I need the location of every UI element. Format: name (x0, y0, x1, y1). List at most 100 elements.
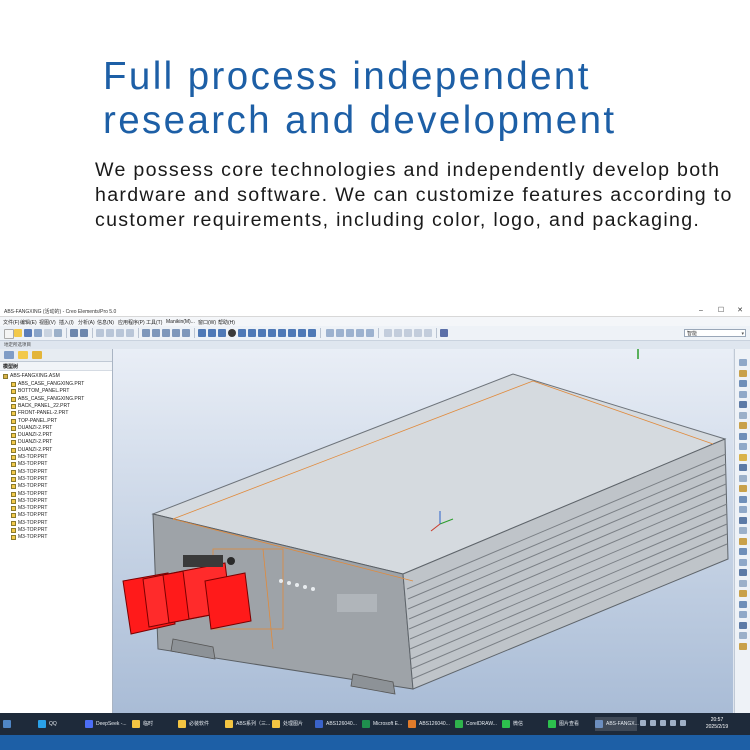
taskbar-app-button[interactable]: QQ (38, 717, 82, 731)
tray-wechat-icon[interactable] (670, 720, 676, 726)
taskbar-app-button[interactable]: 必装软件 (178, 717, 222, 731)
feature-tool-icon[interactable] (739, 422, 747, 429)
tray-input-icon[interactable] (660, 720, 666, 726)
feature-tool-icon[interactable] (739, 632, 747, 639)
tree-item[interactable]: ABS_CASE_FANGXING.PRT (0, 381, 110, 388)
menu-window[interactable]: 窗口(W) (198, 319, 216, 326)
tree-item[interactable]: DUANZI-2.PRT (0, 439, 110, 446)
feature-tool-icon[interactable] (739, 432, 747, 440)
feature-tool-icon[interactable] (739, 443, 747, 450)
taskbar-app-button[interactable]: Microsoft E... (362, 717, 406, 731)
model-tree-tab-icon[interactable] (4, 351, 14, 359)
taskbar-app-button[interactable]: 处理图片 (272, 717, 312, 731)
coordinate-system-icon[interactable] (414, 329, 422, 337)
feature-tool-icon[interactable] (739, 569, 747, 576)
new-file-icon[interactable] (4, 329, 14, 339)
email-icon[interactable] (44, 329, 52, 337)
feature-tool-icon[interactable] (739, 537, 747, 545)
hidden-line-icon[interactable] (336, 329, 344, 337)
paste-special-icon[interactable] (126, 329, 134, 337)
feature-tool-icon[interactable] (739, 506, 747, 513)
select-icon[interactable] (152, 329, 160, 337)
whats-this-icon[interactable] (440, 329, 448, 337)
tree-item[interactable]: M3-TOP.PRT (0, 491, 110, 498)
feature-tool-icon[interactable] (739, 474, 747, 482)
maximize-button[interactable]: ☐ (714, 307, 728, 315)
spin-icon[interactable] (268, 329, 276, 337)
refit-icon[interactable] (208, 329, 216, 337)
feature-tool-icon[interactable] (739, 600, 747, 608)
annotation-icon[interactable] (424, 329, 432, 337)
taskbar-app-button[interactable]: CorelDRAW... (455, 717, 499, 731)
taskbar-app-button[interactable]: 图片查看 (548, 717, 592, 731)
menu-edit[interactable]: 编辑(E) (20, 319, 37, 326)
favorites-tab-icon[interactable] (32, 351, 42, 359)
paste-icon[interactable] (116, 329, 124, 337)
copy-icon[interactable] (106, 329, 114, 337)
shaded-icon[interactable] (356, 329, 364, 337)
undo-icon[interactable] (70, 329, 78, 337)
menu-apps[interactable]: 应用程序(P) (118, 319, 145, 326)
tree-item[interactable]: M3-TOP.PRT (0, 520, 110, 527)
menu-file[interactable]: 文件(F) (3, 319, 19, 326)
wireframe-icon[interactable] (326, 329, 334, 337)
feature-tool-icon[interactable] (739, 485, 747, 492)
tree-item[interactable]: M3-TOP.PRT (0, 454, 110, 461)
taskbar-app-button[interactable]: ABS126040... (408, 717, 452, 731)
layer-icon[interactable] (182, 329, 190, 337)
menu-manikin[interactable]: Manikin(M)... (166, 319, 195, 325)
close-button[interactable]: ✕ (733, 307, 747, 315)
tree-item[interactable]: M3-TOP.PRT (0, 512, 110, 519)
print-icon[interactable] (34, 329, 42, 337)
feature-tool-icon[interactable] (739, 390, 747, 398)
tray-network-icon[interactable] (640, 720, 646, 726)
menu-help[interactable]: 帮助(H) (218, 319, 235, 326)
datum-planes-icon[interactable] (384, 329, 392, 337)
redo-icon[interactable] (80, 329, 88, 337)
view-manager-icon[interactable] (288, 329, 296, 337)
menu-tools[interactable]: 工具(T) (146, 319, 162, 326)
tree-item[interactable]: M3-TOP.PRT (0, 469, 110, 476)
feature-tool-icon[interactable] (739, 380, 747, 387)
zoom-out-icon[interactable] (248, 329, 256, 337)
tray-battery-icon[interactable] (680, 720, 686, 726)
feature-tool-icon[interactable] (739, 579, 747, 587)
datum-axes-icon[interactable] (394, 329, 402, 337)
taskbar-app-button[interactable]: DeepSeek -... (85, 717, 130, 731)
find-icon[interactable] (142, 329, 150, 337)
cut-icon[interactable] (96, 329, 104, 337)
feature-tool-icon[interactable] (739, 548, 747, 555)
menu-insert[interactable]: 插入(I) (59, 319, 74, 326)
feature-tool-icon[interactable] (739, 495, 747, 503)
menu-info[interactable]: 信息(N) (97, 319, 114, 326)
tree-item[interactable]: DUANZI-2.PRT (0, 447, 110, 454)
feature-tool-icon[interactable] (739, 621, 747, 629)
tree-item[interactable]: DUANZI-2.PRT (0, 425, 110, 432)
menu-view[interactable]: 视图(V) (39, 319, 56, 326)
feature-tool-icon[interactable] (739, 642, 747, 650)
tree-item[interactable]: M3-TOP.PRT (0, 476, 110, 483)
minimize-button[interactable]: – (694, 307, 708, 315)
filter-icon[interactable] (162, 329, 170, 337)
folder-browser-tab-icon[interactable] (18, 351, 28, 359)
orient-icon[interactable] (218, 329, 226, 337)
tree-item[interactable]: BOTTOM_PANEL.PRT (0, 388, 110, 395)
tree-root[interactable]: ABS-FANGXING.ASM (0, 373, 110, 380)
tree-item[interactable]: BACK_PANEL_22.PRT (0, 403, 110, 410)
regenerate-icon[interactable] (54, 329, 62, 337)
open-folder-icon[interactable] (14, 329, 22, 337)
feature-tool-icon[interactable] (739, 516, 747, 524)
save-icon[interactable] (24, 329, 32, 337)
zoom-in-icon[interactable] (238, 329, 246, 337)
section-icon[interactable] (308, 329, 316, 337)
tree-item[interactable]: ABS_CASE_FANGXING.PRT (0, 396, 110, 403)
enhanced-realism-icon[interactable] (366, 329, 374, 337)
3d-viewport[interactable] (113, 349, 733, 713)
start-button[interactable] (3, 717, 13, 731)
taskbar-app-button[interactable]: ABS系列（三... (225, 717, 270, 731)
tree-item[interactable]: M3-TOP.PRT (0, 505, 110, 512)
feature-tool-icon[interactable] (739, 369, 747, 377)
tree-item[interactable]: M3-TOP.PRT (0, 498, 110, 505)
tree-item[interactable]: M3-TOP.PRT (0, 534, 110, 541)
taskbar-clock[interactable]: 20:57 2025/2/19 (700, 717, 734, 731)
